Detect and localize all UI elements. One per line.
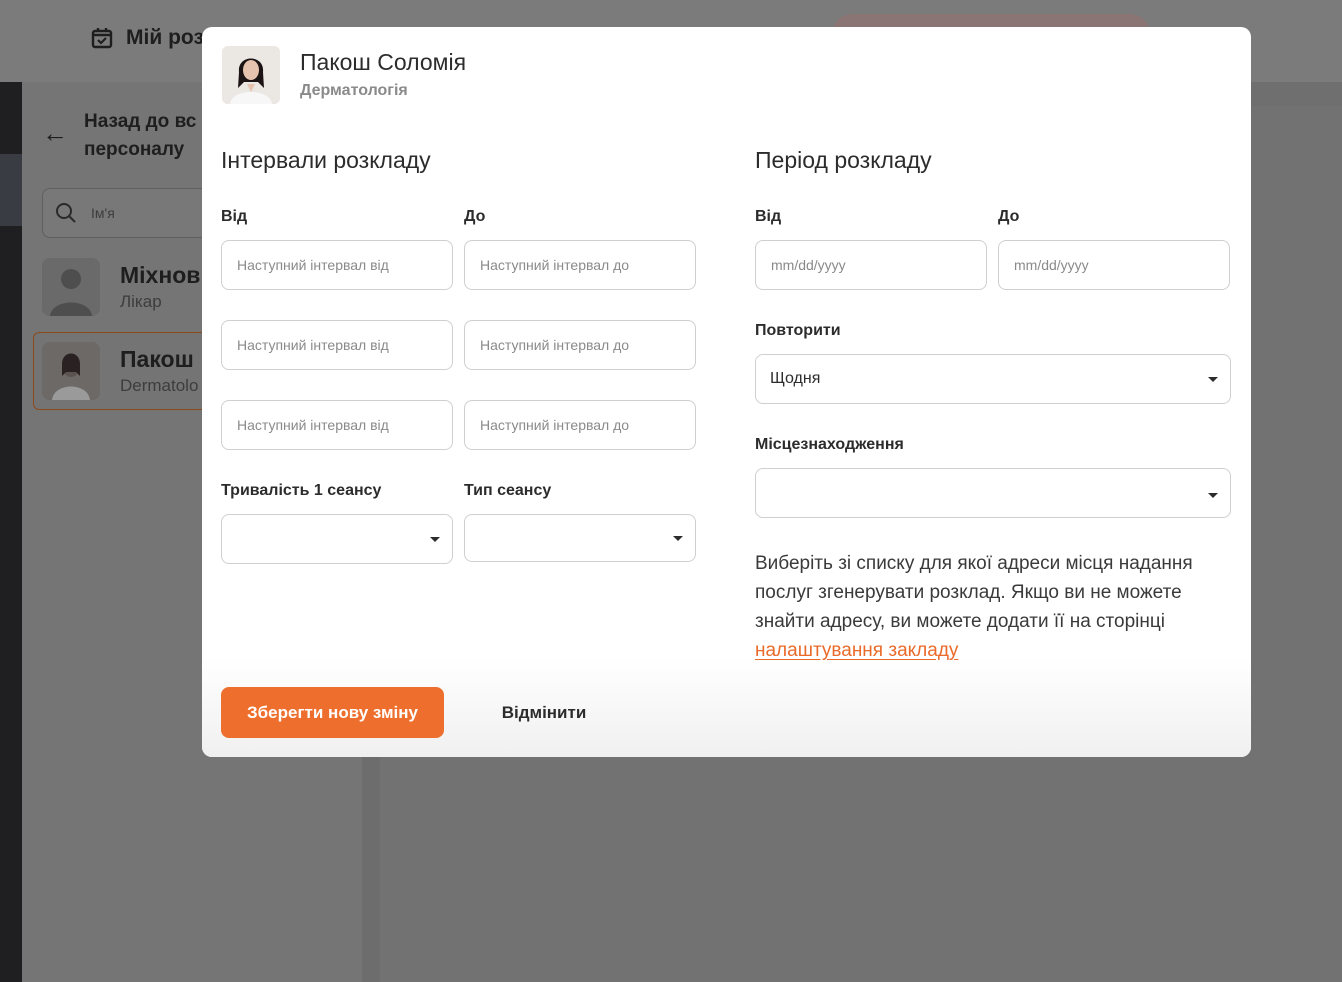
location-select[interactable] xyxy=(755,468,1231,518)
schedule-header-strip xyxy=(1250,82,1342,106)
intervals-from-label: Від xyxy=(221,208,248,225)
nav-rail-active-item xyxy=(0,154,22,226)
repeat-label: Повторити xyxy=(755,322,841,339)
arrow-left-icon: ← xyxy=(42,118,68,148)
period-to-label: До xyxy=(998,208,1020,225)
calendar-check-icon xyxy=(91,28,113,49)
session-duration-select[interactable] xyxy=(221,514,453,564)
interval-3-to-input[interactable] xyxy=(464,400,696,450)
location-label: Місцезнаходження xyxy=(755,436,904,453)
interval-2-from-input[interactable] xyxy=(221,320,453,370)
page-title: Мій роз xyxy=(90,26,204,50)
period-title: Період розкладу xyxy=(755,147,932,173)
period-from-label: Від xyxy=(755,208,782,225)
period-from-date-input[interactable] xyxy=(755,240,987,290)
cancel-button[interactable]: Відмінити xyxy=(482,687,606,738)
interval-1-to-input[interactable] xyxy=(464,240,696,290)
repeat-value: Щодня xyxy=(770,370,821,387)
session-duration-label: Тривалість 1 сеансу xyxy=(221,482,382,499)
save-shift-button[interactable]: Зберегти нову зміну xyxy=(221,687,444,738)
chevron-down-icon xyxy=(430,537,440,542)
user-silhouette-icon xyxy=(42,258,100,316)
staff-role: Лікар xyxy=(120,292,162,311)
avatar xyxy=(42,342,100,400)
doctor-avatar xyxy=(222,46,280,104)
doctor-photo xyxy=(42,342,100,400)
nav-rail xyxy=(0,82,22,982)
doctor-name: Пакош Соломія xyxy=(300,49,467,75)
avatar-placeholder xyxy=(42,258,100,316)
search-icon xyxy=(56,203,76,223)
location-help-text: Виберіть зі списку для якої адреси місця… xyxy=(755,553,1193,632)
interval-1-from-input[interactable] xyxy=(221,240,453,290)
session-type-label: Тип сеансу xyxy=(464,482,552,499)
doctor-photo xyxy=(222,46,280,104)
repeat-select[interactable]: Щодня xyxy=(755,354,1231,404)
intervals-title: Інтервали розкладу xyxy=(221,147,431,173)
period-to-date-input[interactable] xyxy=(998,240,1230,290)
chevron-down-icon xyxy=(1208,493,1218,498)
staff-role: Dermatolo xyxy=(120,376,199,395)
intervals-to-label: До xyxy=(464,208,486,225)
staff-name: Міхнов xyxy=(120,262,201,288)
chevron-down-icon xyxy=(1208,377,1218,382)
back-to-staff-link[interactable]: ← Назад до вс персоналу xyxy=(42,108,204,164)
interval-2-to-input[interactable] xyxy=(464,320,696,370)
chevron-down-icon xyxy=(673,536,683,541)
doctor-specialty: Дерматологія xyxy=(300,82,408,99)
facility-settings-link[interactable]: налаштування закладу xyxy=(755,640,958,661)
session-type-select[interactable] xyxy=(464,514,696,562)
back-to-staff-label: Назад до вс персоналу xyxy=(84,111,197,160)
schedule-modal: Пакош Соломія Дерматологія Інтервали роз… xyxy=(202,27,1251,757)
staff-search-placeholder: Ім'я xyxy=(91,205,115,221)
page-title-text: Мій роз xyxy=(126,26,204,49)
interval-3-from-input[interactable] xyxy=(221,400,453,450)
location-help: Виберіть зі списку для якої адреси місця… xyxy=(755,549,1235,665)
staff-name: Пакош xyxy=(120,346,194,372)
